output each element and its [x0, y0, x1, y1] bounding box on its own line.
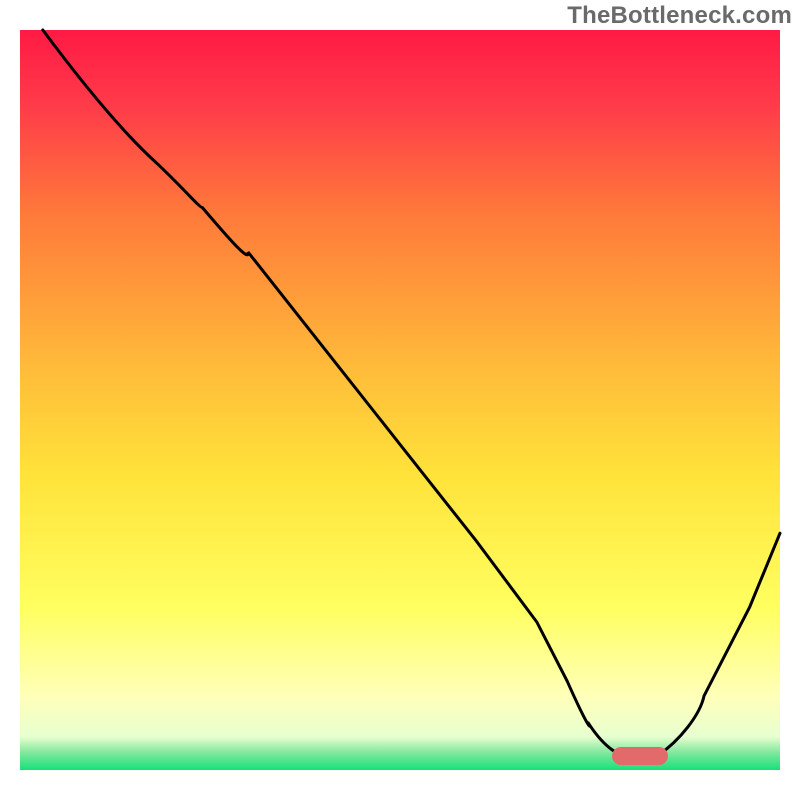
optimal-range-marker [612, 747, 668, 765]
bottleneck-chart [0, 0, 800, 800]
chart-stage: TheBottleneck.com [0, 0, 800, 800]
plot-area [20, 30, 780, 770]
